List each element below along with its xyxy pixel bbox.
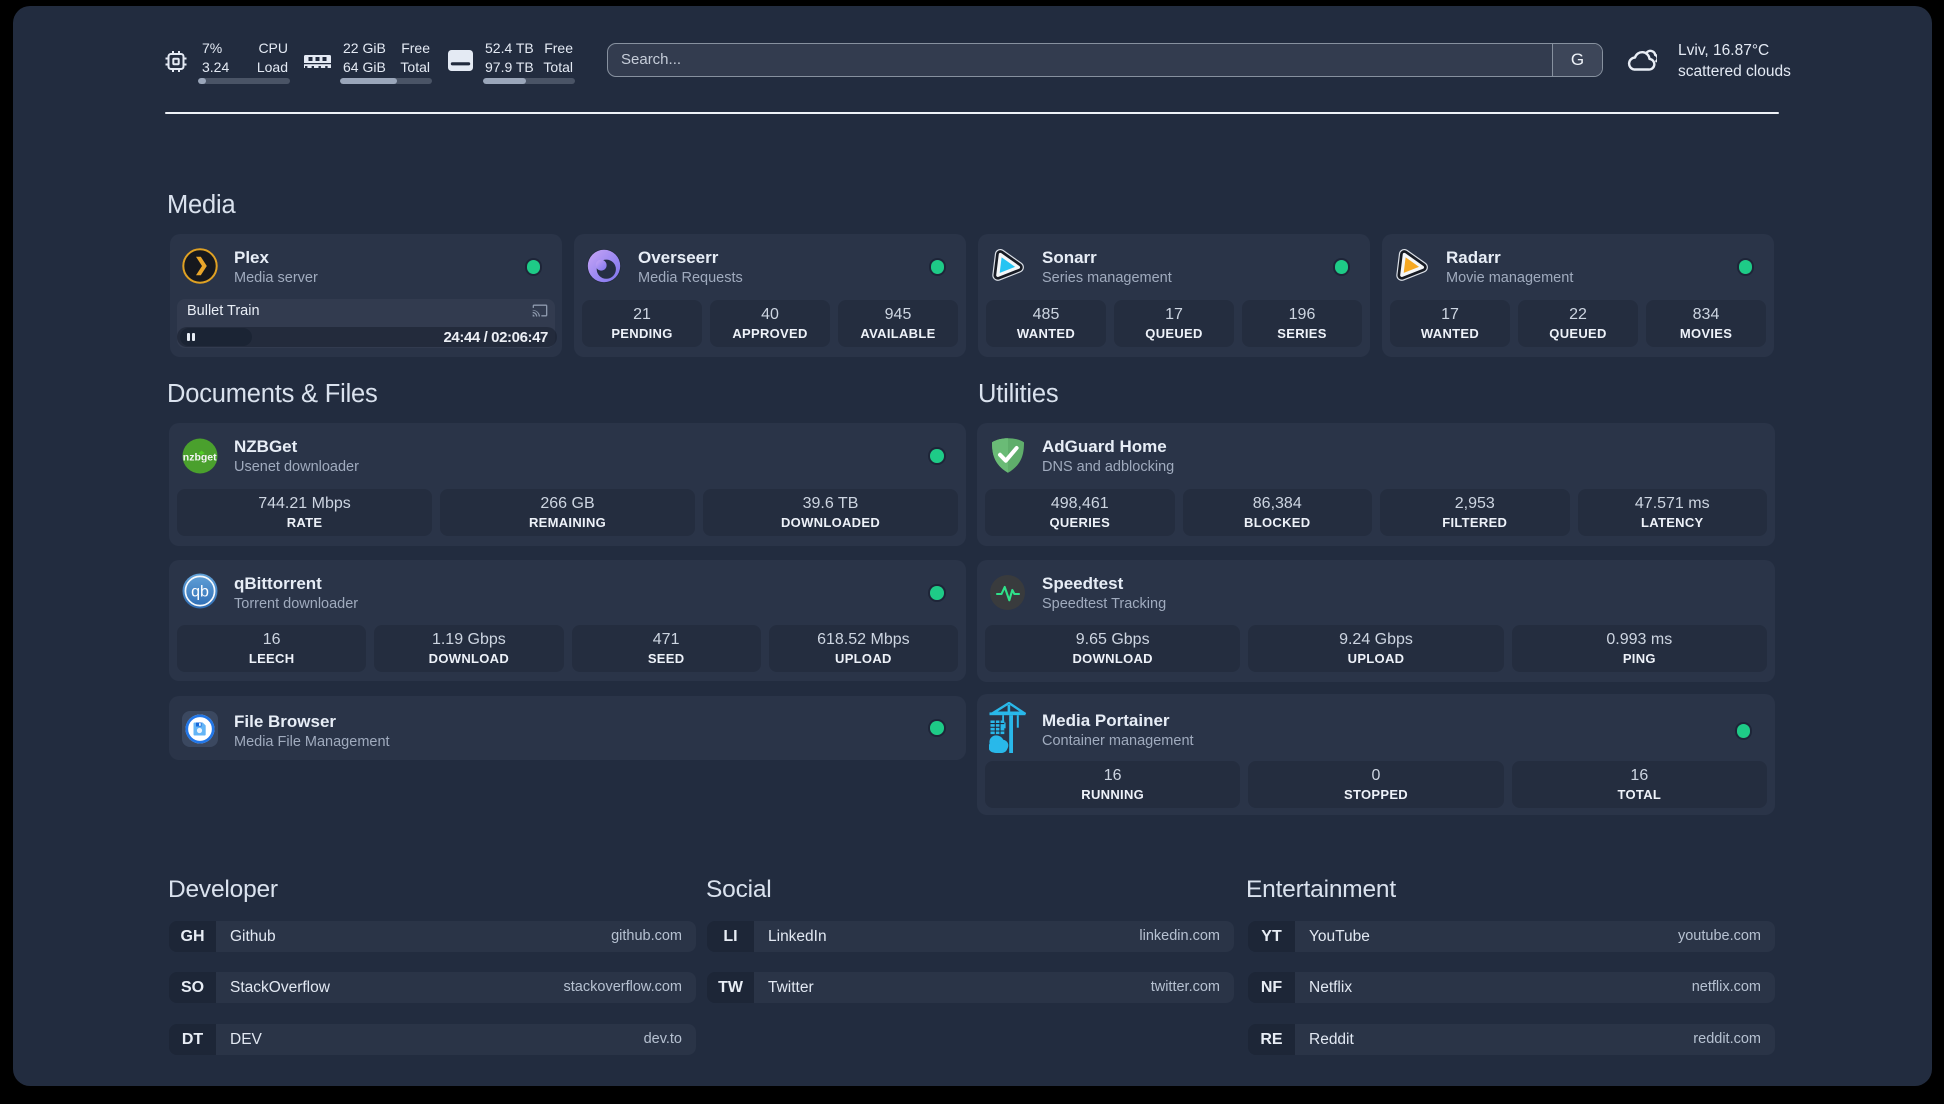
svg-text:qb: qb [191,584,209,601]
svg-text:nzbget: nzbget [183,451,217,463]
